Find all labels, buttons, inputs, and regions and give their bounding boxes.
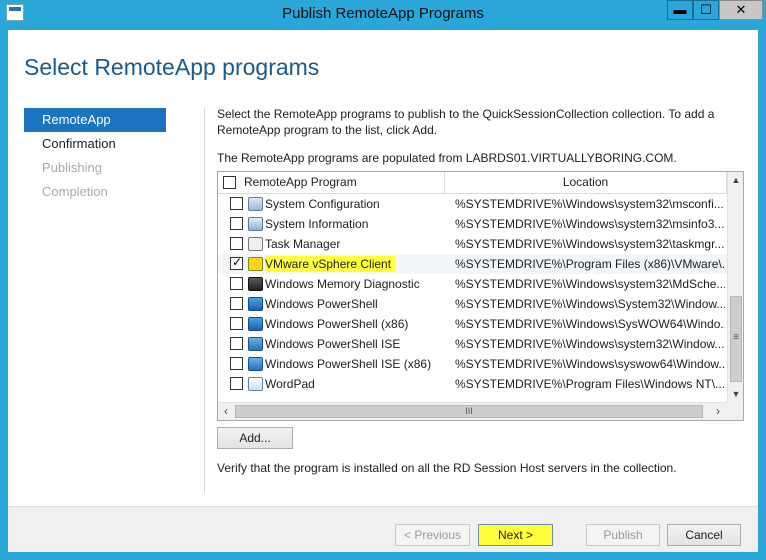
- vertical-scroll-thumb[interactable]: ≡: [730, 296, 742, 382]
- instructions-text: Select the RemoteApp programs to publish…: [217, 107, 715, 137]
- nav-step-completion: Completion: [42, 184, 108, 199]
- scroll-up-icon[interactable]: ▲: [728, 172, 743, 188]
- grid-rows: System Configuration %SYSTEMDRIVE%\Windo…: [218, 194, 727, 394]
- program-name: VMware vSphere Client: [265, 256, 396, 272]
- vertical-scrollbar[interactable]: ▲ ≡ ▼: [727, 172, 743, 402]
- wizard-steps-nav: RemoteApp Programs Confirmation Publishi…: [24, 108, 166, 204]
- taskmgr-icon: [248, 237, 263, 251]
- nav-step-remoteapp-programs[interactable]: RemoteApp Programs: [24, 108, 166, 151]
- table-row[interactable]: Windows PowerShell ISE %SYSTEMDRIVE%\Win…: [218, 334, 727, 354]
- cancel-button[interactable]: Cancel: [667, 524, 741, 546]
- scroll-grip-icon: ≡: [733, 332, 739, 343]
- scroll-grip-icon: III: [465, 406, 473, 416]
- program-location: %SYSTEMDRIVE%\Windows\system32\msconfi..…: [455, 197, 724, 211]
- table-row[interactable]: System Information %SYSTEMDRIVE%\Windows…: [218, 214, 727, 234]
- powershell-ise-icon: [248, 357, 263, 371]
- program-location: %SYSTEMDRIVE%\Windows\system32\MdSche...: [455, 277, 725, 291]
- program-name: System Information: [265, 217, 369, 231]
- program-name: WordPad: [265, 377, 315, 391]
- scroll-left-icon[interactable]: ‹: [218, 403, 234, 420]
- remoteapp-programs-grid[interactable]: RemoteApp Program Location System Config…: [217, 171, 744, 421]
- program-location: %SYSTEMDRIVE%\Windows\System32\Window...: [455, 297, 725, 311]
- column-header-program[interactable]: RemoteApp Program: [242, 172, 445, 194]
- program-name: Windows Memory Diagnostic: [265, 277, 420, 291]
- column-header-location[interactable]: Location: [445, 172, 727, 194]
- program-location: %SYSTEMDRIVE%\Program Files\Windows NT\.…: [455, 377, 725, 391]
- table-row[interactable]: Windows PowerShell %SYSTEMDRIVE%\Windows…: [218, 294, 727, 314]
- close-button[interactable]: ✕: [719, 0, 763, 20]
- wizard-body: Select RemoteApp programs RemoteApp Prog…: [8, 30, 758, 552]
- powershell-icon: [248, 317, 263, 331]
- table-row[interactable]: Task Manager %SYSTEMDRIVE%\Windows\syste…: [218, 234, 727, 254]
- program-location: %SYSTEMDRIVE%\Program Files (x86)\VMware…: [455, 257, 725, 271]
- horizontal-scrollbar[interactable]: ‹ III ›: [218, 402, 727, 420]
- table-row[interactable]: VMware vSphere Client %SYSTEMDRIVE%\Prog…: [218, 254, 727, 274]
- table-row[interactable]: System Configuration %SYSTEMDRIVE%\Windo…: [218, 194, 727, 214]
- table-row[interactable]: WordPad %SYSTEMDRIVE%\Program Files\Wind…: [218, 374, 727, 394]
- next-button[interactable]: Next >: [478, 524, 553, 546]
- title-bar[interactable]: Publish RemoteApp Programs ▬ ☐ ✕: [0, 0, 766, 26]
- vmware-icon: [248, 257, 263, 271]
- row-checkbox[interactable]: [230, 297, 243, 310]
- scrollbar-corner: [727, 402, 743, 420]
- grid-header: RemoteApp Program Location: [218, 172, 727, 194]
- config-icon: [248, 197, 263, 211]
- select-all-checkbox[interactable]: [223, 176, 236, 189]
- scroll-right-icon[interactable]: ›: [710, 403, 726, 420]
- nav-step-confirmation[interactable]: Confirmation: [24, 132, 166, 156]
- program-name: Windows PowerShell (x86): [265, 317, 409, 331]
- program-name: Windows PowerShell: [265, 297, 378, 311]
- maximize-button[interactable]: ☐: [693, 0, 719, 20]
- nav-divider: [204, 108, 205, 493]
- program-name: Task Manager: [265, 237, 341, 251]
- row-checkbox[interactable]: [230, 197, 243, 210]
- scroll-down-icon[interactable]: ▼: [728, 386, 743, 402]
- row-checkbox[interactable]: [230, 277, 243, 290]
- row-checkbox[interactable]: [230, 337, 243, 350]
- program-name: Windows PowerShell ISE: [265, 337, 401, 351]
- wordpad-icon: [248, 377, 263, 391]
- verify-note: Verify that the program is installed on …: [217, 461, 677, 475]
- previous-button[interactable]: < Previous: [395, 524, 470, 546]
- table-row[interactable]: Windows PowerShell (x86) %SYSTEMDRIVE%\W…: [218, 314, 727, 334]
- row-checkbox[interactable]: [230, 377, 243, 390]
- nav-step-publishing: Publishing: [42, 160, 102, 175]
- row-checkbox[interactable]: [230, 317, 243, 330]
- row-checkbox[interactable]: [230, 357, 243, 370]
- page-title: Select RemoteApp programs: [24, 54, 320, 80]
- powershell-icon: [248, 297, 263, 311]
- publish-button[interactable]: Publish: [586, 524, 660, 546]
- powershell-ise-icon: [248, 337, 263, 351]
- program-location: %SYSTEMDRIVE%\Windows\system32\Window...: [455, 337, 725, 351]
- program-location: %SYSTEMDRIVE%\Windows\syswow64\Window...: [455, 357, 725, 371]
- program-name: System Configuration: [265, 197, 380, 211]
- sysinfo-icon: [248, 217, 263, 231]
- memory-diagnostic-icon: [248, 277, 263, 291]
- add-button[interactable]: Add...: [217, 427, 293, 449]
- program-location: %SYSTEMDRIVE%\Windows\system32\msinfo3..…: [455, 217, 725, 231]
- program-location: %SYSTEMDRIVE%\Windows\SysWOW64\Windo...: [455, 317, 725, 331]
- table-row[interactable]: Windows PowerShell ISE (x86) %SYSTEMDRIV…: [218, 354, 727, 374]
- window-title: Publish RemoteApp Programs: [282, 5, 484, 22]
- program-name: Windows PowerShell ISE (x86): [265, 357, 432, 371]
- row-checkbox[interactable]: [230, 217, 243, 230]
- horizontal-scroll-thumb[interactable]: III: [235, 405, 703, 418]
- row-checkbox[interactable]: [230, 255, 243, 270]
- publish-remoteapp-window: Publish RemoteApp Programs ▬ ☐ ✕ Select …: [0, 0, 766, 560]
- populated-from-text: The RemoteApp programs are populated fro…: [217, 151, 677, 165]
- program-location: %SYSTEMDRIVE%\Windows\system32\taskmgr..…: [455, 237, 725, 251]
- minimize-button[interactable]: ▬: [667, 0, 693, 20]
- wizard-footer: < Previous Next > Publish Cancel: [8, 506, 758, 552]
- row-checkbox[interactable]: [230, 237, 243, 250]
- table-row[interactable]: Windows Memory Diagnostic %SYSTEMDRIVE%\…: [218, 274, 727, 294]
